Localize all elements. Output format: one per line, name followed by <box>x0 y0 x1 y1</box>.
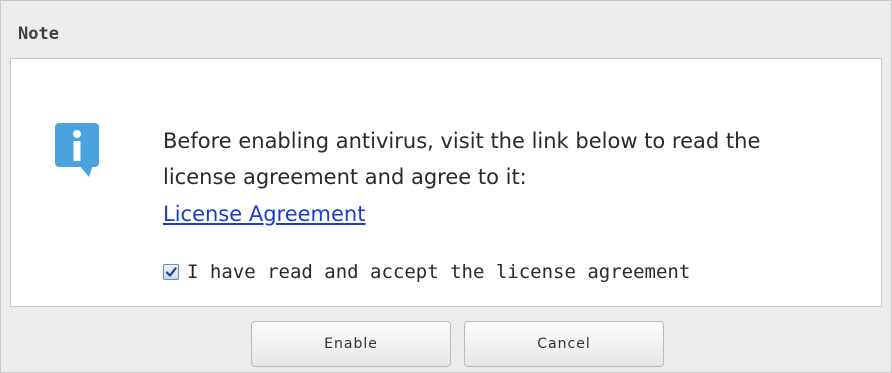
cancel-button[interactable]: Cancel <box>464 321 664 367</box>
enable-button[interactable]: Enable <box>251 321 451 367</box>
dialog-content: Before enabling antivirus, visit the lin… <box>10 58 882 307</box>
agree-checkbox-row[interactable]: I have read and accept the license agree… <box>163 257 690 287</box>
dialog-button-row: Enable Cancel <box>1 321 891 367</box>
dialog-title: Note <box>18 24 59 44</box>
message-line: license agreement and agree to it: <box>163 165 527 189</box>
checkmark-icon <box>165 267 177 277</box>
info-icon <box>55 123 99 181</box>
message-line: Before enabling antivirus, visit the lin… <box>163 129 761 153</box>
dialog-title-bar: Note <box>1 1 891 58</box>
note-dialog: Note Before enabling antivirus, visit th… <box>0 0 892 373</box>
agree-checkbox-label: I have read and accept the license agree… <box>187 261 691 283</box>
dialog-message: Before enabling antivirus, visit the lin… <box>163 123 863 195</box>
license-agreement-link[interactable]: License Agreement <box>163 196 365 232</box>
agree-checkbox[interactable] <box>163 264 179 280</box>
